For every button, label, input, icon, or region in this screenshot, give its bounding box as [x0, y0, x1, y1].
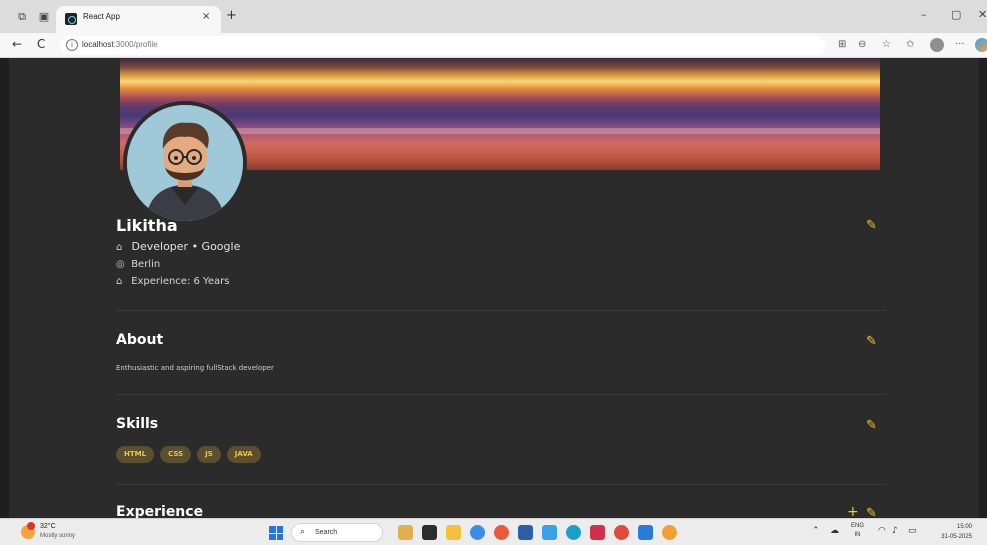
tab-title: React App: [83, 12, 120, 21]
search-icon: ⌕: [300, 527, 306, 537]
url-input[interactable]: i localhost:3000/profile: [60, 36, 825, 55]
profile-role: ⌂ Developer • Google: [116, 240, 241, 253]
browser-address-bar: ← C i localhost:3000/profile ⊞ ⊖ ☆ ✩ ···: [0, 33, 987, 58]
vscode-app-icon[interactable]: [638, 525, 653, 540]
zoom-icon[interactable]: ⊖: [858, 39, 866, 50]
profile-page: Likitha ⌂ Developer • Google ◎ Berlin ⌂ …: [9, 58, 979, 518]
notification-badge-icon: [27, 522, 35, 530]
browser-app-icon[interactable]: [662, 525, 677, 540]
mcafee-app-icon[interactable]: [590, 525, 605, 540]
edit-profile-icon[interactable]: ✎: [866, 218, 877, 233]
battery-icon[interactable]: ▭: [908, 526, 917, 536]
more-menu-icon[interactable]: ···: [955, 39, 965, 50]
section-divider: [116, 394, 886, 395]
briefcase-icon: ⌂: [116, 242, 123, 253]
edit-about-icon[interactable]: ✎: [866, 334, 877, 349]
skill-chip: JS: [197, 446, 221, 463]
close-window-button[interactable]: ✕: [978, 8, 987, 21]
browser-profile-icon[interactable]: [930, 38, 944, 52]
location-pin-icon: ◎: [116, 259, 125, 270]
profile-location: ◎ Berlin: [116, 259, 161, 270]
file-explorer-icon[interactable]: [446, 525, 461, 540]
weather-description[interactable]: Mostly sunny: [40, 533, 75, 539]
favorites-icon[interactable]: ✩: [906, 39, 914, 50]
new-tab-button[interactable]: +: [226, 8, 237, 23]
wifi-icon[interactable]: ◠: [878, 526, 886, 536]
about-heading: About: [116, 332, 164, 348]
tray-chevron-icon[interactable]: ⌃: [812, 526, 820, 536]
edge-browser-icon[interactable]: [470, 525, 485, 540]
copilot-icon[interactable]: [975, 38, 987, 52]
section-divider: [116, 310, 886, 311]
skill-chip: JAVA: [226, 446, 261, 463]
skill-chip: HTML: [116, 446, 155, 463]
favorite-star-icon[interactable]: ☆: [882, 39, 891, 50]
minimize-button[interactable]: –: [921, 8, 927, 21]
profile-avatar[interactable]: [123, 101, 247, 225]
workspaces-icon[interactable]: ⧉: [14, 9, 30, 25]
windows-taskbar: 32°C Mostly sunny ⌕ Search ⌃ ☁ ENG IN ◠ ♪…: [0, 518, 987, 545]
back-button[interactable]: ←: [12, 37, 22, 51]
url-text: localhost:3000/profile: [82, 40, 158, 49]
system-clock[interactable]: 15:00 31-05-2025: [930, 522, 972, 542]
profile-experience: ⌂ Experience: 6 Years: [116, 276, 230, 287]
maximize-button[interactable]: ▢: [951, 8, 961, 21]
start-menu-icon[interactable]: [269, 526, 283, 540]
react-favicon-icon: [65, 13, 77, 25]
tab-close-icon[interactable]: ×: [202, 11, 210, 22]
profile-name: Likitha: [116, 216, 178, 235]
volume-icon[interactable]: ♪: [892, 526, 898, 536]
refresh-button[interactable]: C: [37, 37, 45, 51]
chrome-app-icon[interactable]: [566, 525, 581, 540]
office-app-icon[interactable]: [614, 525, 629, 540]
section-divider: [116, 484, 886, 485]
onedrive-icon[interactable]: ☁: [830, 526, 839, 536]
search-label: Search: [315, 529, 338, 536]
edit-skills-icon[interactable]: ✎: [866, 418, 877, 433]
about-text: Enthusiastic and aspiring fullStack deve…: [116, 364, 274, 372]
tab-actions-icon[interactable]: ▣: [36, 9, 52, 25]
skills-list: HTML CSS JS JAVA: [116, 446, 261, 463]
widgets-app-icon[interactable]: [398, 525, 413, 540]
taskbar-search[interactable]: ⌕ Search: [291, 523, 383, 542]
browser-tab-bar: ⧉ ▣ React App × + – ▢ ✕: [0, 0, 987, 33]
edit-experience-icon[interactable]: ✎: [866, 506, 877, 518]
experience-heading: Experience: [116, 504, 204, 518]
skills-heading: Skills: [116, 416, 159, 432]
photos-app-icon[interactable]: [542, 525, 557, 540]
language-indicator[interactable]: ENG IN: [851, 522, 864, 540]
copilot-app-icon[interactable]: [494, 525, 509, 540]
add-experience-button[interactable]: +: [847, 504, 859, 518]
site-info-icon[interactable]: i: [66, 39, 78, 51]
briefcase-icon: ⌂: [116, 276, 123, 287]
tab-react-app[interactable]: React App ×: [56, 6, 221, 33]
avatar-illustration-icon: [127, 105, 243, 221]
task-view-icon[interactable]: [422, 525, 437, 540]
split-screen-icon[interactable]: ⊞: [838, 39, 846, 50]
store-app-icon[interactable]: [518, 525, 533, 540]
skill-chip: CSS: [160, 446, 192, 463]
weather-temperature[interactable]: 32°C: [40, 523, 56, 530]
